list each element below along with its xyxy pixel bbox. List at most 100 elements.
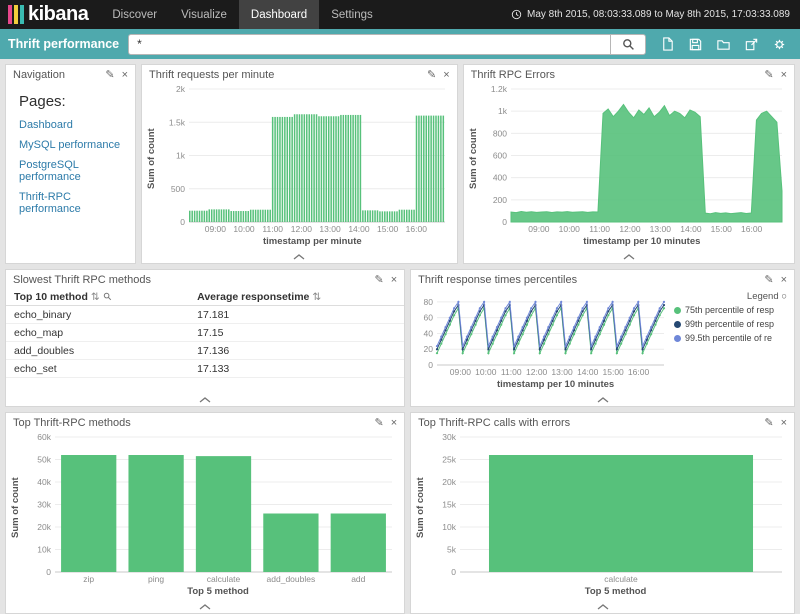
kibana-logo-text: kibana xyxy=(28,3,88,26)
panel-header[interactable]: Thrift RPC Errors ✎ × xyxy=(464,65,794,83)
close-panel-icon[interactable]: × xyxy=(781,275,787,286)
panel-header[interactable]: Thrift response times percentiles ✎ × xyxy=(411,270,794,288)
panel-header[interactable]: Top Thrift-RPC calls with errors ✎ × xyxy=(411,413,794,431)
collapse-panel-button[interactable] xyxy=(6,600,404,613)
svg-text:20: 20 xyxy=(424,344,434,354)
edit-panel-icon[interactable]: ✎ xyxy=(375,418,384,429)
panel-top-thrift-rpc-calls-with-errors: Top Thrift-RPC calls with errors ✎ × Sum… xyxy=(410,412,795,614)
collapse-panel-button[interactable] xyxy=(411,600,794,613)
settings-gear-button[interactable] xyxy=(771,36,788,53)
share-dashboard-button[interactable] xyxy=(743,36,760,53)
search-button[interactable] xyxy=(610,34,646,55)
collapse-panel-button[interactable] xyxy=(464,250,794,263)
svg-text:1k: 1k xyxy=(498,106,508,116)
x-axis-label: Top 5 method xyxy=(415,585,790,600)
y-axis-label: Sum of count xyxy=(146,83,159,235)
svg-text:0: 0 xyxy=(502,217,507,227)
search-input[interactable] xyxy=(128,34,610,55)
collapse-panel-button[interactable] xyxy=(411,393,794,406)
svg-text:12:00: 12:00 xyxy=(526,367,548,377)
svg-text:12:00: 12:00 xyxy=(619,224,641,234)
svg-text:40: 40 xyxy=(424,328,434,338)
svg-text:1.5k: 1.5k xyxy=(169,117,186,127)
svg-text:800: 800 xyxy=(492,128,506,138)
table-row: echo_binary17.181 xyxy=(6,306,404,324)
collapse-panel-button[interactable] xyxy=(142,250,457,263)
close-panel-icon[interactable]: × xyxy=(443,70,449,81)
edit-panel-icon[interactable]: ✎ xyxy=(764,275,773,286)
edit-panel-icon[interactable]: ✎ xyxy=(764,70,773,81)
kibana-logo[interactable]: kibana xyxy=(0,0,100,29)
load-dashboard-button[interactable] xyxy=(715,36,732,53)
table-row: echo_set17.133 xyxy=(6,360,404,378)
chevron-up-icon xyxy=(292,254,306,260)
svg-text:0: 0 xyxy=(428,360,433,370)
time-range-picker[interactable]: May 8th 2015, 08:03:33.089 to May 8th 20… xyxy=(511,0,800,29)
new-dashboard-button[interactable] xyxy=(659,36,676,53)
legend-item-75th[interactable]: 75th percentile of resp xyxy=(674,305,787,315)
chevron-up-icon xyxy=(596,604,610,610)
percentiles-line-chart: 02040608009:0010:0011:0012:0013:0014:001… xyxy=(413,288,672,378)
column-header-responsetime[interactable]: Average responsetime⇅ xyxy=(189,288,404,306)
edit-panel-icon[interactable]: ✎ xyxy=(427,70,436,81)
dashboard-toolbar: Thrift performance xyxy=(0,29,800,59)
close-panel-icon[interactable]: × xyxy=(781,70,787,81)
nav-link-mysql-performance[interactable]: MySQL performance xyxy=(19,139,122,151)
svg-text:zip: zip xyxy=(83,574,94,584)
legend-toggle-icon[interactable]: ○ xyxy=(781,291,787,302)
svg-text:15:00: 15:00 xyxy=(603,367,625,377)
svg-text:30k: 30k xyxy=(442,432,456,442)
svg-text:5k: 5k xyxy=(447,545,457,555)
panel-title: Thrift requests per minute xyxy=(149,69,274,81)
method-cell: echo_set xyxy=(6,360,189,378)
svg-text:11:00: 11:00 xyxy=(501,367,522,377)
svg-text:20k: 20k xyxy=(442,477,456,487)
svg-text:500: 500 xyxy=(171,184,185,194)
svg-text:1.2k: 1.2k xyxy=(491,84,508,94)
svg-text:13:00: 13:00 xyxy=(552,367,574,377)
chevron-up-icon xyxy=(622,254,636,260)
x-axis-label: timestamp per 10 minutes xyxy=(468,235,790,250)
responsetime-cell: 17.133 xyxy=(189,360,404,378)
edit-panel-icon[interactable]: ✎ xyxy=(375,275,384,286)
nav-link-dashboard[interactable]: Dashboard xyxy=(19,119,122,131)
close-panel-icon[interactable]: × xyxy=(781,418,787,429)
panel-header[interactable]: Slowest Thrift RPC methods ✎ × xyxy=(6,270,404,288)
nav-item-dashboard[interactable]: Dashboard xyxy=(239,0,319,29)
legend-item-99th[interactable]: 99th percentile of resp xyxy=(674,319,787,329)
column-header-method[interactable]: Top 10 method⇅ xyxy=(6,288,189,306)
top-nav-bar: kibana Discover Visualize Dashboard Sett… xyxy=(0,0,800,29)
svg-text:calculate: calculate xyxy=(604,574,638,584)
svg-text:09:00: 09:00 xyxy=(205,224,227,234)
panel-header[interactable]: Thrift requests per minute ✎ × xyxy=(142,65,457,83)
edit-panel-icon[interactable]: ✎ xyxy=(764,418,773,429)
panel-title: Thrift RPC Errors xyxy=(471,69,555,81)
svg-text:60: 60 xyxy=(424,313,434,323)
time-range-text: May 8th 2015, 08:03:33.089 to May 8th 20… xyxy=(527,9,790,20)
new-file-icon xyxy=(660,36,675,52)
nav-link-thrift-rpc-performance[interactable]: Thrift-RPC performance xyxy=(19,191,122,215)
svg-text:15:00: 15:00 xyxy=(710,224,732,234)
svg-text:10k: 10k xyxy=(442,522,456,532)
panel-header[interactable]: Navigation ✎ × xyxy=(6,65,135,83)
svg-text:10k: 10k xyxy=(37,545,51,555)
legend-item-99-5th[interactable]: 99.5th percentile of re xyxy=(674,333,787,343)
nav-item-discover[interactable]: Discover xyxy=(100,0,169,29)
filter-magnifier-icon[interactable] xyxy=(103,292,112,301)
panel-top-thrift-rpc-methods: Top Thrift-RPC methods ✎ × Sum of count … xyxy=(5,412,405,614)
svg-text:16:00: 16:00 xyxy=(628,367,650,377)
save-dashboard-button[interactable] xyxy=(687,36,704,53)
collapse-panel-button[interactable] xyxy=(6,393,404,406)
close-panel-icon[interactable]: × xyxy=(391,418,397,429)
close-panel-icon[interactable]: × xyxy=(391,275,397,286)
panel-header[interactable]: Top Thrift-RPC methods ✎ × xyxy=(6,413,404,431)
svg-text:600: 600 xyxy=(492,151,506,161)
nav-item-settings[interactable]: Settings xyxy=(319,0,385,29)
svg-text:1k: 1k xyxy=(176,151,186,161)
close-panel-icon[interactable]: × xyxy=(122,70,128,81)
nav-link-postgresql-performance[interactable]: PostgreSQL performance xyxy=(19,159,122,183)
x-axis-label: timestamp per 10 minutes xyxy=(413,378,672,393)
edit-panel-icon[interactable]: ✎ xyxy=(105,70,114,81)
nav-item-visualize[interactable]: Visualize xyxy=(169,0,239,29)
folder-open-icon xyxy=(716,37,731,52)
